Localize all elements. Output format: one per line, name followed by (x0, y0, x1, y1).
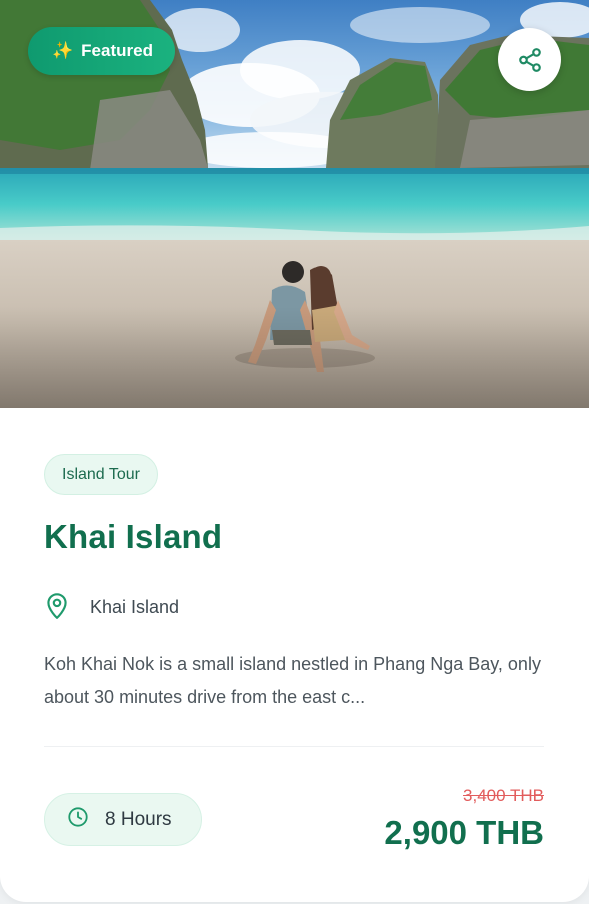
current-price: 2,900 THB (384, 814, 544, 851)
clock-icon (67, 806, 89, 834)
original-price: 3,400 THB (463, 786, 544, 805)
hero-image: ✨ Featured (0, 0, 589, 408)
location-row: Khai Island (44, 590, 179, 625)
featured-badge: ✨ Featured (28, 27, 175, 75)
category-tag: Island Tour (44, 454, 158, 495)
divider (44, 746, 544, 747)
share-icon (517, 47, 543, 73)
duration-label: 8 Hours (105, 808, 172, 830)
featured-label: Featured (81, 41, 153, 60)
tour-title[interactable]: Khai Island (44, 518, 222, 556)
tour-description: Koh Khai Nok is a small island nestled i… (44, 654, 541, 707)
sparkles-icon: ✨ (52, 41, 74, 60)
share-button[interactable] (498, 28, 561, 91)
map-pin-icon (44, 590, 70, 625)
tour-card[interactable]: ✨ Featured Island Tour Khai Island Khai … (0, 0, 589, 902)
location-label: Khai Island (90, 597, 180, 617)
duration-badge: 8 Hours (44, 793, 202, 846)
